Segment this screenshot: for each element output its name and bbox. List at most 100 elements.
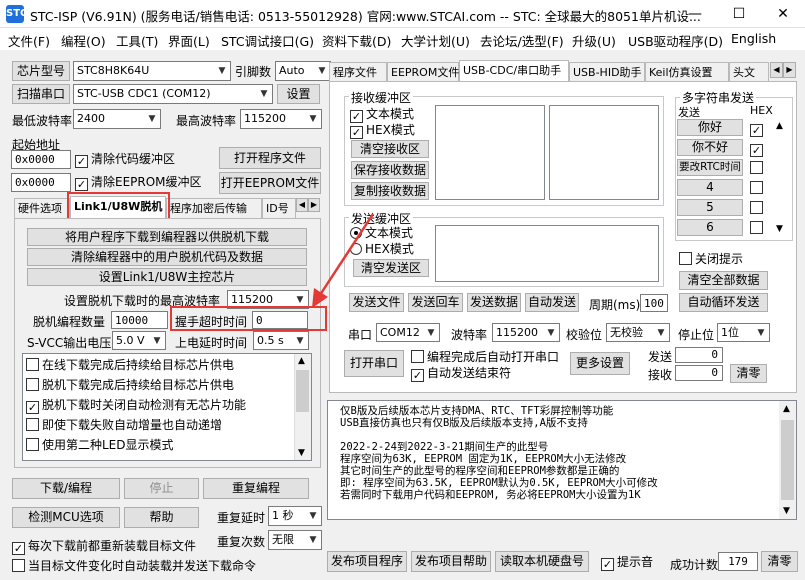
right-tab-scroll-left-icon[interactable]: ◀: [770, 62, 783, 78]
multi-send-2-button[interactable]: 你不好: [677, 139, 743, 156]
multi-hex-5-checkbox[interactable]: [750, 201, 766, 215]
detect-mcu-options-button[interactable]: 检测MCU选项: [12, 507, 120, 528]
open-serial-port-button[interactable]: 打开串口: [344, 350, 404, 377]
svcc-voltage-select[interactable]: 5.0 V ▼: [112, 331, 166, 350]
option-online-power-checkbox[interactable]: 在线下载完成后持续给目标芯片供电: [26, 358, 234, 372]
multi-send-6-button[interactable]: 6: [677, 219, 743, 236]
max-baud-select[interactable]: 115200 ▼: [240, 109, 322, 129]
menu-program[interactable]: 编程(O): [61, 31, 106, 50]
menu-usb-driver[interactable]: USB驱动程序(D): [628, 31, 723, 50]
option-disable-detect-checkbox[interactable]: ✓ 脱机下载时关闭自动检测有无芯片功能: [26, 398, 246, 414]
scroll-down-icon[interactable]: ▼: [776, 224, 783, 234]
minimize-button[interactable]: —: [673, 0, 717, 28]
tab-usb-cdc-serial[interactable]: USB-CDC/串口助手: [459, 60, 569, 82]
multi-send-5-button[interactable]: 5: [677, 199, 743, 216]
help-button[interactable]: 帮助: [124, 507, 199, 528]
clear-eeprom-buffer-checkbox[interactable]: ✓ 清除EEPROM缓冲区: [75, 175, 202, 191]
copy-receive-button[interactable]: 复制接收数据: [351, 182, 429, 200]
menu-interface[interactable]: 界面(L): [168, 31, 210, 50]
tab-id-number[interactable]: ID号: [262, 198, 296, 218]
multi-scrollbar[interactable]: [772, 119, 789, 237]
download-to-programmer-button[interactable]: 将用户程序下载到编程器以供脱机下载: [27, 228, 307, 246]
scroll-thumb[interactable]: [781, 420, 794, 500]
maximize-button[interactable]: ☐: [717, 0, 761, 28]
right-tab-scroll-right-icon[interactable]: ▶: [783, 62, 796, 78]
multi-send-4-button[interactable]: 4: [677, 179, 743, 196]
chip-model-button[interactable]: 芯片型号: [12, 61, 70, 81]
scroll-thumb[interactable]: [296, 370, 309, 412]
menu-university[interactable]: 大学计划(U): [401, 31, 470, 50]
receive-hex-mode-checkbox[interactable]: ✓ HEX模式: [350, 123, 415, 139]
auto-loop-send-button[interactable]: 自动循环发送: [679, 293, 768, 312]
scroll-up-icon[interactable]: ▲: [776, 121, 783, 131]
tab-encrypted-transfer[interactable]: 程序加密后传输: [166, 198, 262, 218]
stop-button[interactable]: 停止: [124, 478, 199, 499]
reload-before-download-checkbox[interactable]: ✓ 每次下载前都重新装载目标文件: [12, 539, 196, 555]
multi-send-1-button[interactable]: 你好: [677, 119, 743, 136]
clear-code-buffer-checkbox[interactable]: ✓ 清除代码缓冲区: [75, 152, 175, 168]
menu-downloads[interactable]: 资料下载(D): [322, 31, 391, 50]
scroll-up-icon[interactable]: ▲: [783, 404, 790, 414]
open-eeprom-file-button[interactable]: 打开EEPROM文件: [219, 172, 321, 194]
clear-all-data-button[interactable]: 清空全部数据: [679, 271, 768, 290]
more-settings-button[interactable]: 更多设置: [570, 352, 630, 375]
menu-tools[interactable]: 工具(T): [116, 31, 158, 50]
tab-usb-hid[interactable]: USB-HID助手: [569, 62, 645, 82]
option-led-mode-checkbox[interactable]: 使用第二种LED显示模式: [26, 438, 174, 452]
auto-reload-on-change-checkbox[interactable]: 当目标文件变化时自动装载并发送下载命令: [12, 559, 256, 573]
option-offline-power-checkbox[interactable]: 脱机下载完成后持续给目标芯片供电: [26, 378, 234, 392]
send-cr-button[interactable]: 发送回车: [408, 293, 463, 312]
publish-help-button[interactable]: 发布项目帮助: [411, 551, 491, 572]
tab-program-file[interactable]: 程序文件: [329, 62, 387, 82]
tab-hardware-options[interactable]: 硬件选项: [14, 198, 70, 218]
send-text-area[interactable]: [435, 225, 659, 282]
success-count-clear-button[interactable]: 清零: [761, 551, 798, 572]
parity-select[interactable]: 无校验 ▼: [606, 323, 670, 342]
auto-send-terminator-checkbox[interactable]: ✓ 自动发送结束符: [411, 366, 511, 382]
send-data-button[interactable]: 发送数据: [467, 293, 521, 312]
receive-text-area[interactable]: [435, 105, 545, 200]
port-select[interactable]: STC-USB CDC1 (COM12) ▼: [73, 84, 273, 104]
port-settings-button[interactable]: 设置: [277, 84, 320, 104]
option-auto-increment-checkbox[interactable]: 即使下载失败自动增量也自动递增: [26, 418, 222, 432]
clear-counts-button[interactable]: 清零: [730, 364, 767, 383]
multi-hex-6-checkbox[interactable]: [750, 221, 766, 235]
eeprom-start-address-input[interactable]: 0x0000: [11, 173, 71, 192]
multi-hex-1-checkbox[interactable]: ✓: [750, 121, 766, 137]
beep-checkbox[interactable]: ✓ 提示音: [601, 555, 653, 571]
period-input[interactable]: 100: [640, 294, 668, 312]
pins-select[interactable]: Auto ▼: [275, 61, 331, 81]
min-baud-select[interactable]: 2400 ▼: [73, 109, 161, 129]
multi-hex-3-checkbox[interactable]: [750, 161, 766, 175]
repeat-program-button[interactable]: 重复编程: [203, 478, 309, 499]
power-on-delay-select[interactable]: 0.5 s ▼: [253, 331, 309, 350]
tab-eeprom-file[interactable]: EEPROM文件: [387, 62, 459, 82]
auto-open-port-checkbox[interactable]: 编程完成后自动打开串口: [411, 350, 559, 364]
save-receive-button[interactable]: 保存接收数据: [351, 161, 429, 179]
publish-program-button[interactable]: 发布项目程序: [327, 551, 407, 572]
multi-send-3-button[interactable]: 要改RTC时间: [677, 159, 743, 176]
repeat-count-select[interactable]: 无限 ▼: [268, 530, 322, 550]
auto-send-button[interactable]: 自动发送: [525, 293, 579, 312]
chip-model-select[interactable]: STC8H8K64U ▼: [73, 61, 231, 81]
tab-header-file[interactable]: 头文: [729, 62, 769, 82]
scan-port-button[interactable]: 扫描串口: [12, 84, 70, 104]
read-disk-serial-button[interactable]: 读取本机硬盘号: [495, 551, 589, 572]
clear-receive-button[interactable]: 清空接收区: [351, 140, 429, 158]
scroll-down-icon[interactable]: ▼: [298, 448, 305, 458]
close-button[interactable]: ✕: [761, 0, 805, 28]
scroll-up-icon[interactable]: ▲: [298, 356, 305, 366]
repeat-delay-select[interactable]: 1 秒 ▼: [268, 506, 322, 526]
menu-english[interactable]: English: [731, 31, 776, 46]
receive-hex-area[interactable]: [549, 105, 659, 200]
offline-count-input[interactable]: 10000: [111, 311, 168, 329]
multi-hex-4-checkbox[interactable]: [750, 181, 766, 195]
clear-programmer-code-button[interactable]: 清除编程器中的用户脱机代码及数据: [27, 248, 307, 266]
menu-debug[interactable]: STC调试接口(G): [221, 31, 314, 50]
code-start-address-input[interactable]: 0x0000: [11, 150, 71, 169]
set-link1-master-chip-button[interactable]: 设置Link1/U8W主控芯片: [27, 268, 307, 286]
menu-forum[interactable]: 去论坛/选型(F): [480, 31, 564, 50]
menu-file[interactable]: 文件(F): [8, 31, 50, 50]
menu-upgrade[interactable]: 升级(U): [572, 31, 616, 50]
multi-hex-2-checkbox[interactable]: ✓: [750, 141, 766, 157]
